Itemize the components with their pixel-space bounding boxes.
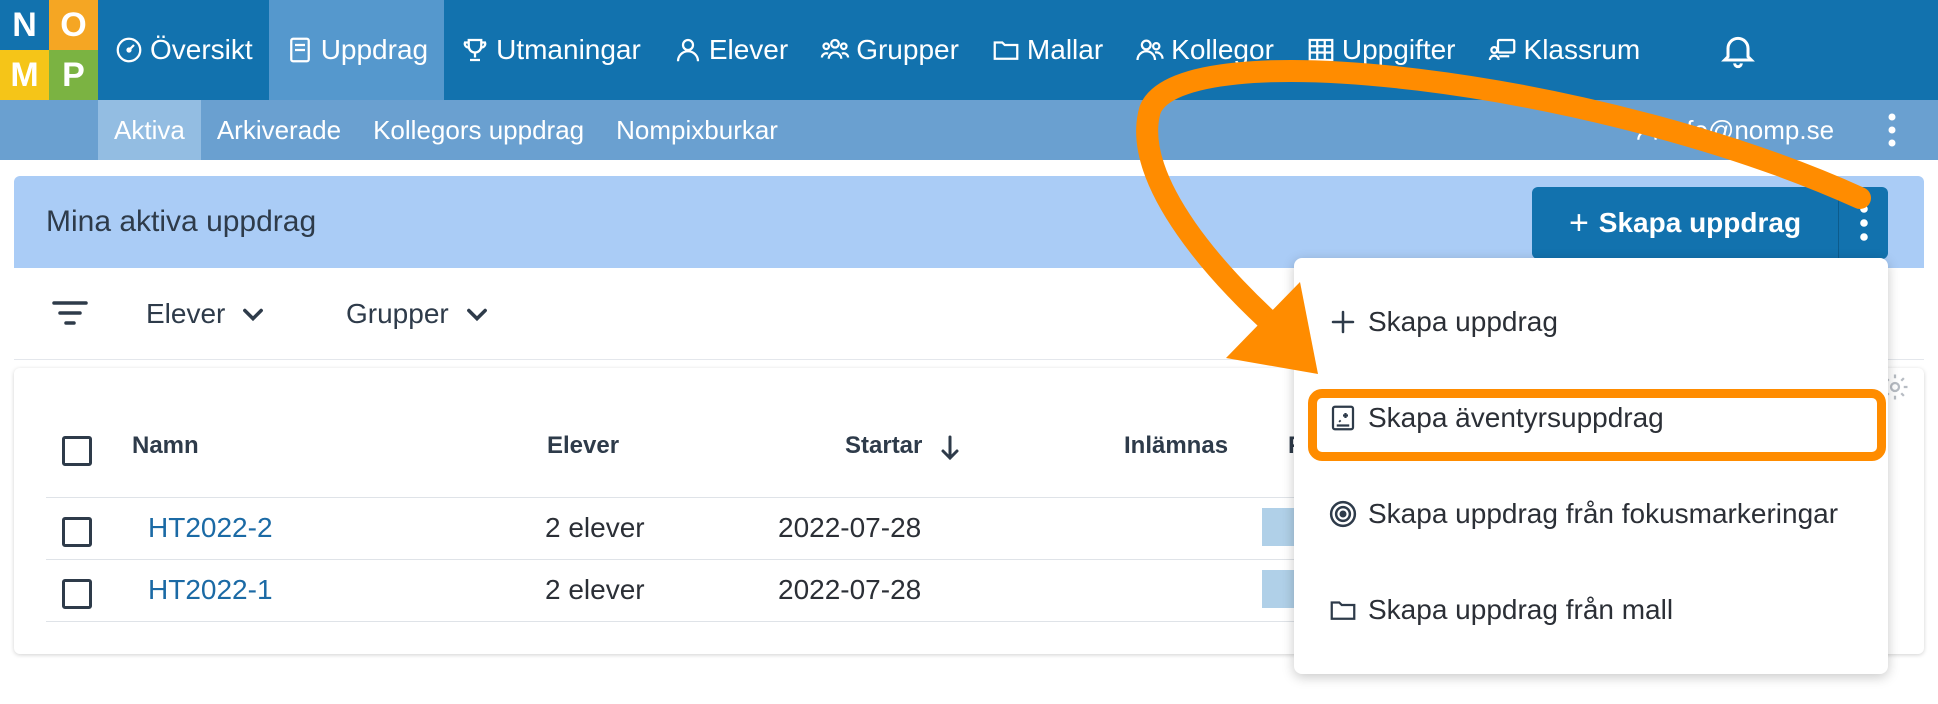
person-icon (676, 38, 699, 62)
subnav-item-nompixburkar[interactable]: Nompixburkar (600, 100, 794, 160)
create-options-menu: Skapa uppdrag Skapa äventyrsuppdrag Skap… (1294, 258, 1888, 674)
menu-item-label: Skapa uppdrag från mall (1368, 594, 1674, 625)
subnav-item-kollegors-uppdrag[interactable]: Kollegors uppdrag (357, 100, 600, 160)
chevron-down-icon (243, 308, 264, 322)
nav-item-utmaningar[interactable]: Utmaningar (444, 0, 657, 100)
nav-item-oversikt[interactable]: Översikt (98, 0, 269, 100)
nav-item-label: Mallar (1026, 34, 1104, 65)
highlight-box-annotation (1308, 389, 1886, 461)
subnav-item-aktiva[interactable]: Aktiva (98, 100, 201, 160)
two-people-icon (1136, 39, 1164, 61)
nav-item-klassrum[interactable]: Klassrum (1472, 0, 1657, 100)
groups-filter-label: Grupper (346, 298, 449, 329)
column-header-students[interactable]: Elever (547, 432, 619, 460)
nav-item-mallar[interactable]: Mallar (975, 0, 1119, 100)
nav-item-uppgifter[interactable]: Uppgifter (1290, 0, 1472, 100)
students-count: 2 elever (545, 512, 645, 543)
target-icon (1329, 500, 1357, 528)
menu-item-create-from-template[interactable]: Skapa uppdrag från mall (1328, 590, 1673, 630)
folder-icon (1330, 601, 1356, 620)
chevron-down-icon (466, 308, 487, 322)
menu-item-label: Skapa uppdrag från fokusmarkeringar (1368, 498, 1839, 529)
progress-bar (1262, 570, 1296, 608)
plus-icon (1331, 310, 1355, 334)
nav-item-label: Grupper (856, 34, 959, 65)
row-divider (46, 621, 1326, 622)
nav-item-label: Översikt (150, 34, 253, 65)
menu-item-create-from-focus[interactable]: Skapa uppdrag från fokusmarkeringar (1328, 494, 1838, 534)
filter-icon[interactable] (50, 296, 90, 330)
more-options-icon[interactable] (1880, 110, 1904, 150)
logo-letter-o: O (49, 0, 98, 50)
assignment-link[interactable]: HT2022-2 (148, 512, 273, 544)
logo-letter-m: M (0, 50, 49, 100)
row-checkbox[interactable] (62, 579, 92, 609)
nomp-logo[interactable]: N O M P (0, 0, 98, 100)
nav-item-label: Uppgifter (1341, 34, 1456, 65)
page-title: Mina aktiva uppdrag (46, 205, 317, 238)
nav-item-uppdrag[interactable]: Uppdrag (268, 0, 445, 100)
top-navigation: N O M P Översikt Uppdrag Utmaningar Elev… (0, 0, 1938, 100)
subnav-item-arkiverade[interactable]: Arkiverade (201, 100, 357, 160)
people-icon (820, 38, 850, 59)
select-all-checkbox[interactable] (62, 436, 92, 466)
more-vertical-icon (1860, 205, 1868, 241)
sort-descending-icon[interactable] (938, 434, 962, 462)
row-divider (46, 559, 1326, 560)
menu-item-label: Skapa uppdrag (1368, 306, 1558, 337)
students-count: 2 elever (545, 574, 645, 605)
create-options-toggle[interactable] (1838, 187, 1888, 259)
groups-filter-dropdown[interactable]: Grupper (346, 268, 491, 360)
user-email: info@nomp.se (1666, 114, 1835, 145)
logo-letter-n: N (0, 0, 49, 50)
user-icon (1637, 120, 1657, 140)
sub-navigation: Aktiva Arkiverade Kollegors uppdrag Nomp… (0, 100, 1938, 160)
nav-item-elever[interactable]: Elever (657, 0, 804, 100)
students-filter-dropdown[interactable]: Elever (146, 268, 267, 360)
menu-item-create-assignment[interactable]: Skapa uppdrag (1328, 302, 1558, 342)
trophy-icon (463, 38, 487, 62)
grid-icon (1308, 38, 1334, 62)
create-assignment-label: Skapa uppdrag (1598, 207, 1802, 238)
row-checkbox[interactable] (62, 517, 92, 547)
column-header-start[interactable]: Startar (845, 432, 922, 460)
bell-icon[interactable] (1718, 30, 1758, 70)
plus-icon: + (1568, 203, 1589, 242)
folder-icon (993, 41, 1019, 60)
sub-nav-items: Aktiva Arkiverade Kollegors uppdrag Nomp… (98, 100, 794, 160)
progress-bar (1262, 508, 1296, 546)
nav-item-label: Uppdrag (320, 34, 429, 65)
start-date: 2022-07-28 (778, 574, 922, 605)
nav-item-label: Klassrum (1523, 34, 1641, 65)
nav-item-label: Elever (708, 34, 789, 65)
column-header-name[interactable]: Namn (132, 432, 199, 460)
assignment-link[interactable]: HT2022-1 (148, 574, 273, 606)
nav-item-label: Utmaningar (496, 34, 641, 65)
nav-item-grupper[interactable]: Grupper (804, 0, 975, 100)
classroom-icon (1488, 38, 1515, 61)
column-header-submitted[interactable]: Inlämnas (1124, 432, 1228, 460)
nav-item-kollegor[interactable]: Kollegor (1119, 0, 1290, 100)
book-icon (289, 37, 310, 63)
nav-item-label: Kollegor (1171, 34, 1274, 65)
speedometer-icon (116, 37, 142, 63)
start-date: 2022-07-28 (778, 512, 922, 543)
main-nav-items: Översikt Uppdrag Utmaningar Elever Grupp… (98, 0, 1656, 100)
students-filter-label: Elever (146, 298, 226, 329)
row-divider (46, 497, 1326, 498)
logo-letter-p: P (49, 50, 98, 100)
user-account-link[interactable]: info@nomp.se (1634, 100, 1834, 160)
create-assignment-button[interactable]: + Skapa uppdrag (1532, 187, 1838, 259)
